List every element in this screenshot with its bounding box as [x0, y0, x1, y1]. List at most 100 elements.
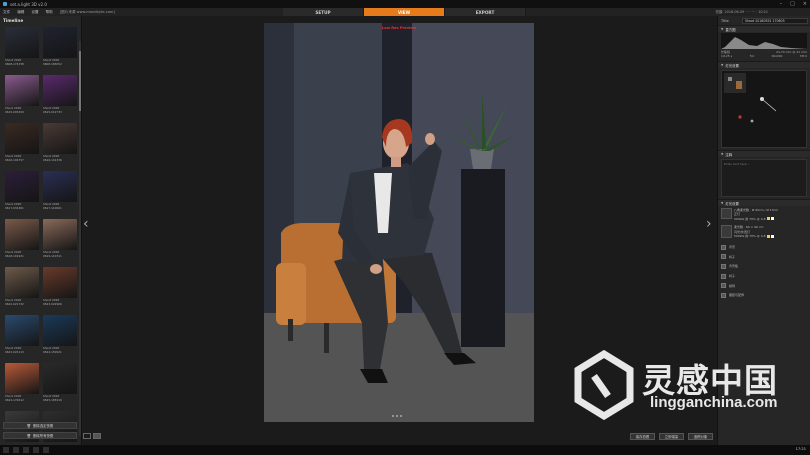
prop-item[interactable]: 服装与配饰	[718, 290, 810, 300]
prop-item[interactable]: 模特	[718, 281, 810, 291]
timeline-thumbnail[interactable]: Shoot 2018 0617-110601	[43, 171, 77, 215]
collapse-triangle-icon: ▼	[721, 27, 724, 31]
thumbnail-timestamp: 0615-012733	[43, 109, 62, 114]
timeline-thumbnail[interactable]: Shoot 2018 0623-022906	[43, 267, 77, 311]
thumbnail-timestamp: 0618-101921	[5, 253, 24, 258]
timeline-thumbnail[interactable]: Shoot 2018 0624-150921	[43, 315, 77, 359]
delete-all-snapshots-button[interactable]: 🗑 删除所有快照	[3, 432, 77, 439]
menu-file[interactable]: 文件	[3, 10, 10, 15]
timeline-thumbnail[interactable]: Shoot 2018 0623-024113	[5, 315, 39, 359]
taskbar-app-icon[interactable]	[33, 447, 39, 453]
render-scene	[264, 23, 534, 422]
timeline-thumbnail[interactable]: Shoot 2018 0625-185919	[43, 363, 77, 407]
render-now-button[interactable]: 立即渲染	[659, 433, 684, 440]
title-label: Title	[721, 18, 729, 23]
grid-view-icon[interactable]	[93, 433, 101, 439]
taskbar-app-icon[interactable]	[23, 447, 29, 453]
histogram	[721, 33, 808, 49]
light-item-softbox[interactable]: 柔光箱 · 60 × 90 cm 闪光/外置灯 500Ws 的 70% @ 4.…	[718, 223, 810, 240]
thumbnail-timestamp: 0622-021732	[5, 301, 24, 306]
prop-item[interactable]: 椅子	[718, 252, 810, 262]
thumbnail-image	[43, 219, 77, 250]
timeline-thumbnail[interactable]: Shoot 2018 0619-110311	[43, 219, 77, 263]
shot-page-dots[interactable]	[392, 415, 402, 417]
thumbnail-timestamp: 0623-024113	[5, 349, 24, 354]
section-lights[interactable]: ▼ 灯光设置	[718, 199, 810, 206]
softbox-icon	[721, 225, 732, 239]
thumbnail-timestamp: 0608-183052	[43, 61, 62, 66]
trash-icon: 🗑	[26, 433, 31, 438]
timeline-thumbnail[interactable]: Shoot 2018 0618-101921	[5, 219, 39, 263]
light-color-swatch[interactable]	[770, 234, 774, 238]
prop-icon	[721, 283, 726, 289]
timeline-thumbnail[interactable]: Shoot 2018 0608-174338	[5, 27, 39, 71]
tab-setup[interactable]: SETUP	[283, 8, 364, 16]
thumbnail-timestamp: 0619-110311	[43, 253, 62, 258]
mode-tabs: SETUP VIEW EXPORT	[283, 8, 526, 16]
thumbnail-image	[5, 363, 39, 394]
prop-item[interactable]: 背景板	[718, 262, 810, 272]
light-color-swatch[interactable]	[766, 217, 770, 221]
taskbar-app-icon[interactable]	[13, 447, 19, 453]
prop-icon	[721, 273, 726, 279]
delete-selected-snapshots-button[interactable]: 🗑 删除选定快照	[3, 422, 77, 429]
render-preview-image: Low Res Preview	[264, 23, 534, 422]
timeline-panel: Timeline Shoot 2018 0608-174338 Shoot 2018…	[0, 16, 82, 445]
studio-minimap	[721, 70, 807, 148]
thumbnail-image	[43, 315, 77, 346]
section-histogram[interactable]: ▼ 直方图	[718, 25, 810, 32]
thumbnail-timestamp: 0615-003209	[5, 109, 24, 114]
light-color-swatch[interactable]	[766, 234, 770, 238]
thumbnail-timestamp: 0623-022906	[43, 301, 62, 306]
window-controls: – □ ×	[780, 1, 807, 7]
timeline-thumbnail[interactable]: Shoot 2018 0615-012733	[43, 75, 77, 119]
thumbnail-image	[5, 123, 39, 154]
minimize-icon[interactable]: –	[780, 1, 783, 7]
section-light-map[interactable]: ▼ 灯光设置	[718, 61, 810, 68]
start-icon[interactable]	[3, 447, 9, 453]
scrollbar-thumb[interactable]	[79, 51, 81, 111]
next-shot-arrow[interactable]: ›	[706, 216, 712, 232]
close-icon[interactable]: ×	[803, 1, 807, 7]
maximize-icon[interactable]: □	[790, 1, 795, 7]
app-icon	[3, 2, 7, 6]
prop-label: 椅子	[729, 274, 736, 279]
light-color-swatch[interactable]	[770, 217, 774, 221]
prop-icon	[721, 244, 726, 250]
section-notes[interactable]: ▼ 注释	[718, 150, 810, 157]
collapse-triangle-icon: ▼	[721, 152, 724, 156]
light-item-octabox[interactable]: 八角柔光箱 · Ø 90cm / Ø 13cm 正灯 500Ws 的 70% @…	[718, 206, 810, 223]
prop-icon	[721, 254, 726, 260]
menu-settings[interactable]: 设置	[31, 10, 38, 15]
prop-label: 椅子	[729, 254, 736, 259]
timeline-thumbnail[interactable]: Shoot 2018 0608-183052	[43, 27, 77, 71]
collapse-triangle-icon: ▼	[721, 201, 724, 205]
timeline-thumbnail[interactable]: Shoot 2018 0616-104757	[5, 123, 39, 167]
thumbnail-image	[43, 27, 77, 58]
prop-item[interactable]: 背景	[718, 242, 810, 252]
timeline-thumbnail[interactable]: Shoot 2018 0624-174612	[5, 363, 39, 407]
tab-view[interactable]: VIEW	[364, 8, 445, 16]
track-object-button[interactable]: 追踪对象	[688, 433, 713, 440]
timeline-thumbnail[interactable]: Shoot 2018 0616-141336	[43, 123, 77, 167]
menu-help[interactable]: 帮助	[46, 10, 53, 15]
prop-icon	[721, 292, 726, 298]
timeline-thumbnail[interactable]: Shoot 2018 0617-032461	[5, 171, 39, 215]
prev-shot-arrow[interactable]: ‹	[83, 216, 89, 232]
exif-settings-row: 1/125 s f/4 ISO200 f/8.0	[721, 54, 807, 58]
thumbnail-image	[43, 123, 77, 154]
timeline-thumbnail[interactable]: Shoot 2018 0622-021732	[5, 267, 39, 311]
prop-item[interactable]: 椅子	[718, 271, 810, 281]
timeline-thumbnail[interactable]: Shoot 2018 0615-003209	[5, 75, 39, 119]
prop-label: 模特	[729, 283, 736, 288]
notes-textarea[interactable]: Enter text here...	[721, 159, 807, 197]
menu-edit[interactable]: 编辑	[17, 10, 24, 15]
title-field[interactable]: Shoot 20180925 170605	[742, 17, 808, 24]
tab-export[interactable]: EXPORT	[445, 8, 526, 16]
thumbnail-timestamp: 0624-150921	[43, 349, 62, 354]
taskbar-app-icon[interactable]	[43, 447, 49, 453]
timeline-scrollbar[interactable]	[79, 41, 81, 436]
single-view-icon[interactable]	[83, 433, 91, 439]
thumbnail-timestamp: 0625-185919	[43, 397, 62, 402]
save-shot-button[interactable]: 保存拍照	[630, 433, 655, 440]
